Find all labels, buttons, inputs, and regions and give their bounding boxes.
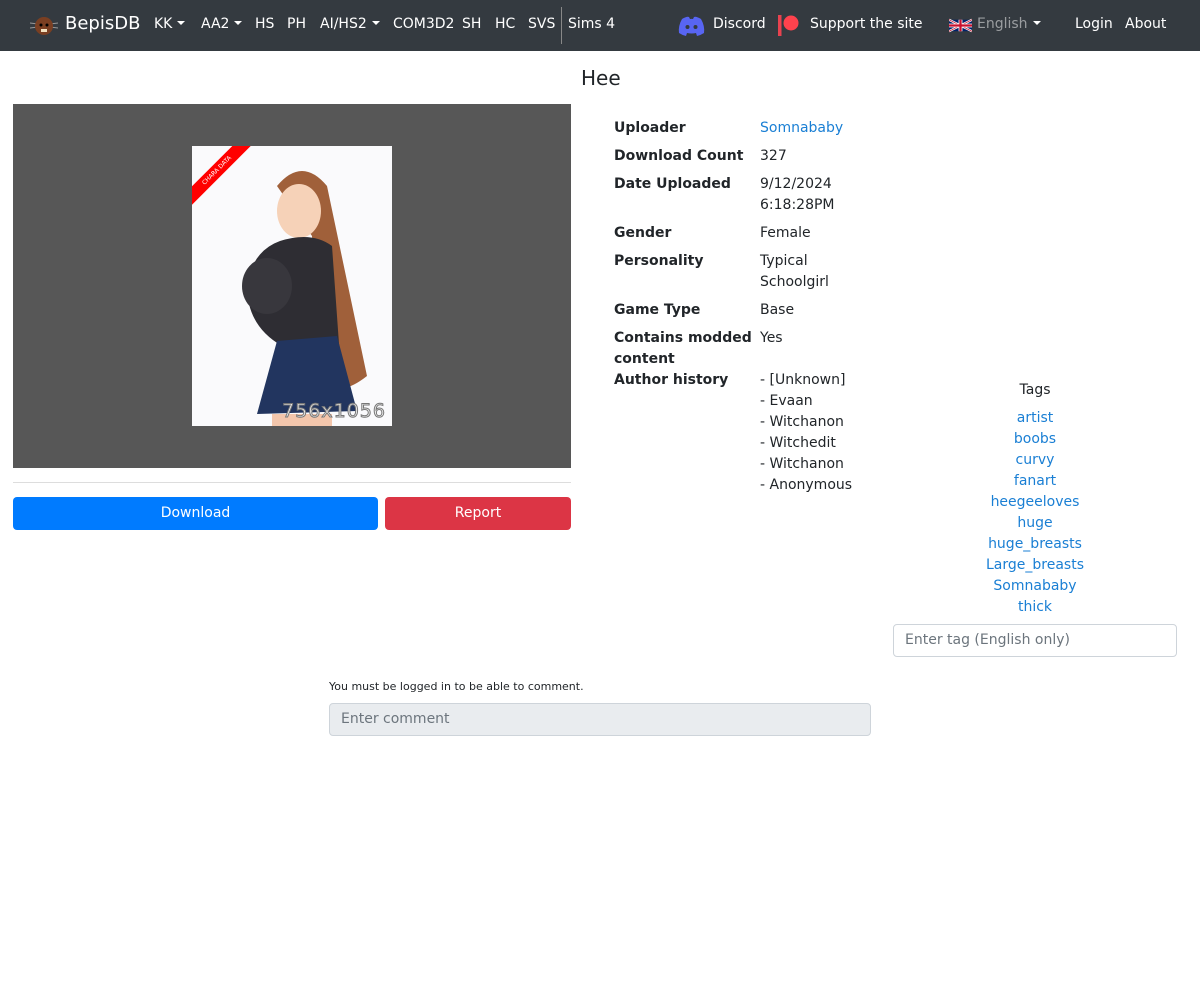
- tag-link[interactable]: boobs: [1014, 431, 1056, 447]
- nav-sh[interactable]: SH: [462, 16, 481, 32]
- author-item: - [Unknown]: [760, 372, 846, 388]
- date-label: Date Uploaded: [614, 176, 731, 192]
- modded-label: Contains modded content: [614, 330, 752, 367]
- nav-aa2[interactable]: AA2: [201, 16, 242, 32]
- navbar: BepisDB KK AA2 HS PH AI/HS2 COM3D2 SH HC…: [0, 0, 1200, 51]
- nav-kk[interactable]: KK: [154, 16, 185, 32]
- tag-link[interactable]: thick: [1018, 599, 1052, 615]
- login-link[interactable]: Login: [1075, 16, 1113, 32]
- patreon-icon: [778, 15, 799, 36]
- gender-label: Gender: [614, 225, 672, 241]
- report-button[interactable]: Report: [385, 497, 571, 530]
- support-link[interactable]: Support the site: [810, 16, 923, 32]
- preview-container: CHARA DATA 756x1056: [13, 104, 571, 468]
- comment-input[interactable]: Enter comment: [329, 703, 871, 736]
- tag-link[interactable]: curvy: [1016, 452, 1055, 468]
- card-info-table: Uploader Somnababy Download Count 327 Date…: [614, 118, 860, 503]
- bepisdb-logo-icon: [30, 17, 58, 35]
- card-title: Hee: [581, 66, 621, 90]
- login-required-note: You must be logged in to be able to comm…: [329, 680, 584, 693]
- discord-icon: [678, 16, 705, 36]
- tag-link[interactable]: artist: [1017, 410, 1054, 426]
- tag-link[interactable]: fanart: [1014, 473, 1056, 489]
- download-button[interactable]: Download: [13, 497, 378, 530]
- tag-link[interactable]: huge_breasts: [988, 536, 1082, 552]
- personality-label: Personality: [614, 253, 704, 269]
- nav-sims4[interactable]: Sims 4: [568, 16, 615, 32]
- gender: Female: [760, 225, 811, 241]
- modded: Yes: [760, 330, 783, 346]
- nav-com3d2[interactable]: COM3D2: [393, 16, 454, 32]
- discord-link[interactable]: Discord: [713, 16, 766, 32]
- game-type-label: Game Type: [614, 302, 701, 318]
- nav-hc[interactable]: HC: [495, 16, 515, 32]
- tags-heading: Tags: [1019, 382, 1051, 398]
- download-count: 327: [760, 148, 787, 164]
- uploader-link[interactable]: Somnababy: [760, 120, 843, 136]
- author-item: - Witchanon: [760, 414, 844, 430]
- nav-divider: [561, 7, 562, 44]
- nav-ph[interactable]: PH: [287, 16, 306, 32]
- nav-ai-hs2[interactable]: AI/HS2: [320, 16, 380, 32]
- author-item: - Evaan: [760, 393, 813, 409]
- tag-link[interactable]: heegeeloves: [991, 494, 1080, 510]
- image-dimensions: 756x1056: [282, 400, 386, 423]
- uk-flag-icon: [949, 18, 972, 33]
- tag-link[interactable]: Somnababy: [993, 578, 1076, 594]
- tags-panel: Tags artist boobs curvy fanart heegeelov…: [893, 380, 1177, 618]
- language-dropdown[interactable]: English: [977, 16, 1041, 32]
- character-illustration: [242, 171, 367, 426]
- personality: Typical Schoolgirl: [760, 253, 829, 290]
- uploader-label: Uploader: [614, 120, 686, 136]
- author-item: - Witchanon: [760, 456, 844, 472]
- tag-input[interactable]: Enter tag (English only): [893, 624, 1177, 657]
- divider: [13, 482, 571, 483]
- nav-hs[interactable]: HS: [255, 16, 274, 32]
- download-count-label: Download Count: [614, 148, 744, 164]
- date-uploaded: 9/12/2024 6:18:28PM: [760, 176, 835, 213]
- author-history-label: Author history: [614, 372, 729, 388]
- about-link[interactable]: About: [1125, 16, 1166, 32]
- tag-link[interactable]: Large_breasts: [986, 557, 1084, 573]
- brand-link[interactable]: BepisDB: [65, 13, 140, 34]
- tag-link[interactable]: huge: [1017, 515, 1052, 531]
- author-item: - Witchedit: [760, 435, 836, 451]
- character-card-image: CHARA DATA 756x1056: [192, 146, 392, 426]
- author-item: - Anonymous: [760, 477, 853, 493]
- author-history-list: - [Unknown] - Evaan - Witchanon - Witche…: [760, 370, 860, 496]
- nav-svs[interactable]: SVS: [528, 16, 555, 32]
- game-type: Base: [760, 302, 795, 318]
